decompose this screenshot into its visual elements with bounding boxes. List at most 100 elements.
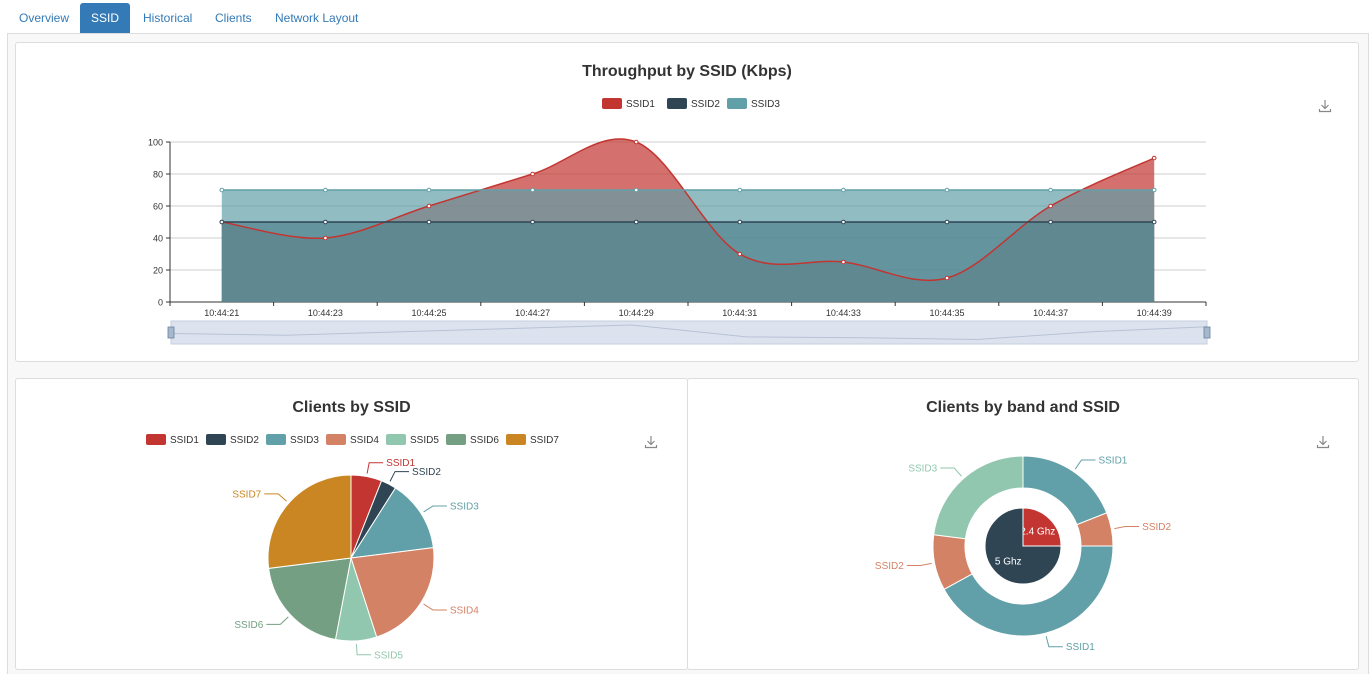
point-ssid2: [944, 219, 950, 225]
x-tick-label: 10:44:37: [1033, 308, 1068, 318]
legend-label-ssid5: SSID5: [410, 435, 439, 446]
label-line: [1114, 526, 1140, 530]
legend-swatch-ssid7: [506, 434, 526, 445]
y-tick-label: 100: [148, 138, 163, 148]
point-ssid2: [323, 219, 328, 225]
outer-label-ssid2: SSID2: [875, 561, 904, 572]
pie-label-ssid6: SSID6: [234, 620, 263, 631]
outer-label-ssid3: SSID3: [908, 463, 937, 474]
outer-label-ssid2: SSID2: [1142, 522, 1171, 533]
point-ssid1: [1048, 203, 1053, 209]
tab-historical[interactable]: Historical: [132, 3, 203, 33]
point-ssid2: [1151, 219, 1157, 225]
legend-swatch-ssid4: [326, 434, 346, 445]
legend-swatch-ssid1: [146, 434, 166, 445]
point-ssid3: [1151, 187, 1157, 193]
point-ssid2: [219, 219, 225, 225]
legend-label-ssid2: SSID2: [230, 435, 259, 446]
label-line: [423, 505, 447, 513]
point-ssid3: [219, 187, 225, 193]
legend-swatch-ssid6: [446, 434, 466, 445]
zoom-slider-handle: [167, 326, 175, 339]
point-ssid2: [1048, 219, 1053, 225]
label-line: [940, 467, 962, 477]
legend-label-ssid1: SSID1: [626, 99, 655, 110]
point-ssid3: [530, 187, 535, 193]
pie-label-ssid5: SSID5: [374, 650, 403, 661]
label-line: [906, 562, 932, 566]
legend-swatch-ssid3: [266, 434, 286, 445]
point-ssid3: [1048, 187, 1053, 193]
point-ssid3: [426, 187, 432, 193]
inner-label-2-4-ghz: 2.4 Ghz: [1020, 527, 1055, 538]
x-tick-label: 10:44:31: [722, 308, 757, 318]
legend-swatch-ssid1: [602, 98, 622, 109]
legend-label-ssid7: SSID7: [530, 435, 559, 446]
x-tick-label: 10:44:33: [826, 308, 861, 318]
pie-slice-ssid7: [267, 474, 352, 569]
legend-label-ssid6: SSID6: [470, 435, 499, 446]
legend-label-ssid3: SSID3: [290, 435, 319, 446]
label-line: [264, 493, 287, 502]
tab-network-layout[interactable]: Network Layout: [264, 3, 369, 33]
point-ssid1: [530, 171, 535, 177]
legend-label-ssid2: SSID2: [691, 99, 720, 110]
point-ssid3: [944, 187, 950, 193]
x-tick-label: 10:44:25: [411, 308, 446, 318]
zoom-slider-track: [170, 320, 1208, 345]
point-ssid1: [737, 251, 743, 257]
point-ssid1: [633, 139, 639, 145]
clients-ssid-chart: SSID1 SSID2 SSID3 SSID4 SSID5 SSID6 SSID7SSID1…: [146, 434, 559, 661]
legend-swatch-ssid5: [386, 434, 406, 445]
tab-clients[interactable]: Clients: [204, 3, 263, 33]
point-ssid1: [1151, 155, 1157, 161]
y-tick-label: 0: [158, 298, 163, 308]
point-ssid2: [530, 219, 535, 225]
point-ssid3: [737, 187, 743, 193]
legend-swatch-ssid2: [206, 434, 226, 445]
pie-label-ssid3: SSID3: [450, 502, 479, 513]
tab-bar: Overview SSID Historical Clients Network…: [0, 0, 1370, 33]
label-line: [389, 471, 410, 482]
point-ssid1: [426, 203, 432, 209]
point-ssid3: [323, 187, 328, 193]
y-tick-label: 20: [153, 266, 163, 276]
point-ssid1: [841, 259, 846, 265]
label-line: [266, 616, 289, 625]
inner-label-5-ghz: 5 Ghz: [995, 556, 1022, 567]
pie-label-ssid4: SSID4: [450, 605, 479, 616]
clients-ssid-panel: Clients by SSID SSID1 SSID2 SSID3 SSID4 SSID…: [15, 378, 688, 670]
point-ssid2: [841, 219, 846, 225]
pie-label-ssid7: SSID7: [232, 489, 261, 500]
y-tick-label: 60: [153, 202, 163, 212]
clients-band-chart: SSID1 SSID2 SSID1 SSID2 SSID3 2.4 Ghz 5 Ghz: [875, 455, 1172, 653]
point-ssid1: [323, 235, 328, 241]
y-tick-label: 80: [153, 170, 163, 180]
x-tick-label: 10:44:27: [515, 308, 550, 318]
point-ssid2: [737, 219, 743, 225]
pie-label-ssid2: SSID2: [412, 467, 441, 478]
y-tick-label: 40: [153, 234, 163, 244]
throughput-panel: Throughput by SSID (Kbps) SSID1 SSID2 SSID…: [15, 42, 1359, 362]
zoom-slider-handle: [1203, 326, 1211, 339]
tab-overview[interactable]: Overview: [8, 3, 80, 33]
point-ssid1: [944, 275, 950, 281]
label-line: [1074, 459, 1096, 470]
outer-label-ssid1: SSID1: [1066, 642, 1095, 653]
x-tick-label: 10:44:35: [929, 308, 964, 318]
point-ssid2: [633, 219, 639, 225]
x-tick-label: 10:44:29: [619, 308, 654, 318]
x-tick-label: 10:44:39: [1137, 308, 1172, 318]
legend-label-ssid1: SSID1: [170, 435, 199, 446]
x-tick-label: 10:44:23: [308, 308, 343, 318]
label-line: [1045, 635, 1063, 648]
tab-ssid[interactable]: SSID: [80, 3, 131, 33]
outer-label-ssid1: SSID1: [1098, 455, 1127, 466]
point-ssid3: [633, 187, 639, 193]
legend-swatch-ssid2: [667, 98, 687, 109]
area-ssid3: [221, 190, 1155, 302]
label-line: [366, 462, 384, 474]
x-tick-label: 10:44:21: [204, 308, 239, 318]
clients-band-panel: Clients by band and SSID SSID1 SSID2 SSID1…: [687, 378, 1359, 670]
label-line: [423, 603, 447, 611]
